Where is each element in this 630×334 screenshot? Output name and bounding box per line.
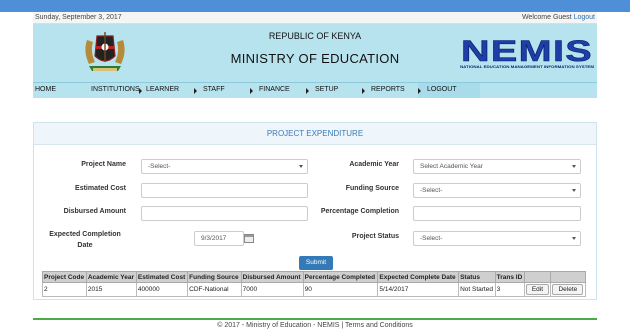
estimated-cost-input[interactable] <box>141 183 308 198</box>
chevron-right-icon <box>306 88 309 94</box>
col-disbursed-amount: Disbursed Amount <box>240 271 304 283</box>
nav-home[interactable]: HOME <box>35 86 56 93</box>
nav-reports[interactable]: REPORTS <box>371 86 405 93</box>
project-status-select[interactable]: -Select- <box>413 231 581 246</box>
cell-academic-year: 2015 <box>85 282 137 297</box>
project-name-value: -Select- <box>148 163 171 170</box>
edit-button[interactable]: Edit <box>525 284 550 295</box>
welcome-text: Welcome Guest <box>521 14 572 21</box>
chevron-down-icon <box>299 165 303 168</box>
nav-setup[interactable]: SETUP <box>315 86 338 93</box>
site-header: REPUBLIC OF KENYA MINISTRY OF EDUCATION … <box>33 24 597 82</box>
nav-logout[interactable]: LOGOUT <box>427 86 457 93</box>
table-row: 2 2015 400000 CDF-National 7000 90 5/14/… <box>42 282 586 297</box>
chevron-down-icon <box>572 165 576 168</box>
calendar-icon[interactable] <box>244 234 254 243</box>
logout-link[interactable]: Logout <box>574 14 595 21</box>
current-date: Sunday, September 3, 2017 <box>35 14 122 21</box>
chevron-right-icon <box>418 88 421 94</box>
percentage-completion-input[interactable] <box>413 206 581 221</box>
academic-year-value: Select Academic Year <box>420 163 483 170</box>
chevron-right-icon <box>194 88 197 94</box>
col-expected-complete-date: Expected Complete Date <box>377 271 460 283</box>
cell-estimated-cost: 400000 <box>135 282 189 297</box>
project-status-label: Project Status <box>351 233 399 240</box>
nav-finance[interactable]: FINANCE <box>259 86 290 93</box>
footer-divider <box>33 318 597 320</box>
col-project-code: Project Code <box>42 271 87 283</box>
chevron-down-icon <box>572 237 576 240</box>
expected-completion-label-line2: Date <box>77 242 93 249</box>
col-estimated-cost: Estimated Cost <box>135 271 189 283</box>
col-trans-id: Trans ID <box>494 271 525 283</box>
cell-trans-id: 3 <box>494 282 525 297</box>
funding-source-value: -Select- <box>420 187 443 194</box>
academic-year-label: Academic Year <box>349 161 399 168</box>
project-expenditure-table: Project Code Academic Year Estimated Cos… <box>42 271 586 297</box>
disbursed-amount-input[interactable] <box>141 206 308 221</box>
nav-institutions[interactable]: INSTITUTIONS <box>91 86 140 93</box>
submit-button[interactable]: Submit <box>299 256 333 270</box>
delete-button[interactable]: Delete <box>552 284 584 295</box>
welcome-area: Welcome Guest Logout <box>522 14 595 21</box>
cell-status: Not Started <box>458 282 496 297</box>
funding-source-label: Funding Source <box>345 185 399 192</box>
cell-funding-source: CDF-National <box>187 282 242 297</box>
panel-title: PROJECT EXPENDITURE <box>34 123 596 145</box>
col-edit <box>523 271 552 283</box>
col-funding-source: Funding Source <box>187 271 242 283</box>
chevron-right-icon <box>139 88 142 94</box>
disbursed-amount-label: Disbursed Amount <box>63 208 126 215</box>
project-name-select[interactable]: -Select- <box>141 159 308 174</box>
svg-text:NATIONAL EDUCATION MANAGEMENT: NATIONAL EDUCATION MANAGEMENT INFORMATIO… <box>460 64 595 69</box>
main-nav: HOME INSTITUTIONS LEARNER STAFF FINANCE … <box>33 82 597 98</box>
chevron-down-icon <box>572 189 576 192</box>
cell-edit: Edit <box>523 282 552 297</box>
project-name-label: Project Name <box>81 161 126 168</box>
cell-disbursed-amount: 7000 <box>240 282 304 297</box>
cell-delete: Delete <box>550 282 586 297</box>
top-strip <box>0 0 630 12</box>
cell-percentage-completed: 90 <box>302 282 379 297</box>
funding-source-select[interactable]: -Select- <box>413 183 581 198</box>
estimated-cost-label: Estimated Cost <box>75 185 126 192</box>
expected-completion-label-line1: Expected Completion <box>49 231 121 238</box>
project-status-value: -Select- <box>420 235 443 242</box>
chevron-right-icon <box>250 88 253 94</box>
col-delete <box>550 271 586 283</box>
chevron-right-icon <box>362 88 365 94</box>
table-header-row: Project Code Academic Year Estimated Cos… <box>42 271 586 283</box>
expected-completion-label: Expected Completion Date <box>44 231 126 249</box>
col-percentage-completed: Percentage Completed <box>302 271 379 283</box>
cell-project-code: 2 <box>42 282 87 297</box>
col-status: Status <box>458 271 496 283</box>
project-expenditure-panel: PROJECT EXPENDITURE Project Name -Select… <box>33 122 597 300</box>
nemis-logo: NEMIS NATIONAL EDUCATION MANAGEMENT INFO… <box>460 35 595 69</box>
nav-staff[interactable]: STAFF <box>203 86 225 93</box>
footer-text: © 2017 - Ministry of Education - NEMIS |… <box>217 322 413 329</box>
cell-expected-complete-date: 5/14/2017 <box>377 282 460 297</box>
nav-learner[interactable]: LEARNER <box>146 86 179 93</box>
academic-year-select[interactable]: Select Academic Year <box>413 159 581 174</box>
expected-completion-date-input[interactable]: 9/3/2017 <box>194 231 244 246</box>
col-academic-year: Academic Year <box>85 271 137 283</box>
top-info-bar: Sunday, September 3, 2017 Welcome Guest … <box>33 12 597 24</box>
percentage-completion-label: Percentage Completion <box>320 208 399 215</box>
